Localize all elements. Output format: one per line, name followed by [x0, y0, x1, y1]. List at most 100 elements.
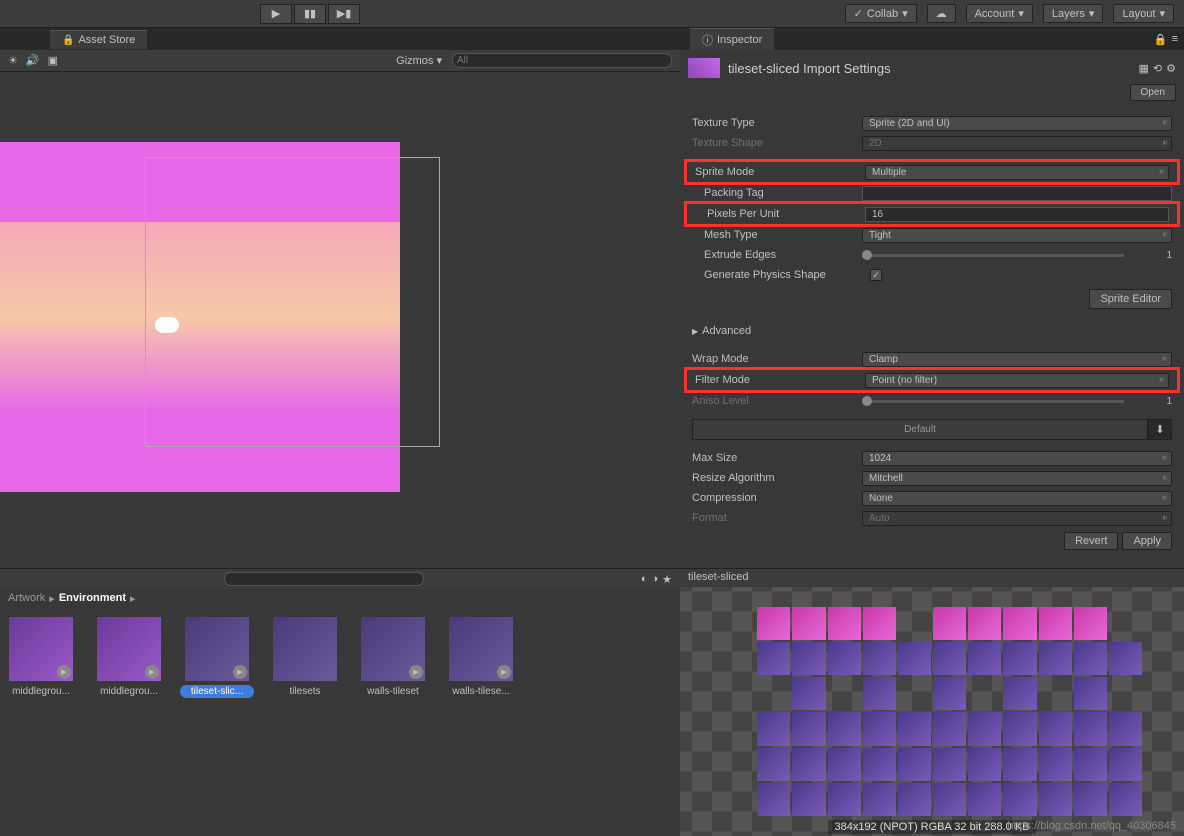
filter-mode-label: Filter Mode — [695, 374, 865, 386]
asset-title: tileset-sliced Import Settings — [728, 61, 891, 76]
play-button[interactable]: ▶ — [260, 4, 292, 24]
pixels-per-unit-row: Pixels Per Unit — [687, 204, 1177, 224]
menu-icon[interactable]: ≡ — [1172, 33, 1178, 46]
scene-gizmo-icon — [155, 317, 179, 333]
packing-tag-input[interactable] — [862, 186, 1172, 201]
breadcrumb-environment[interactable]: Environment — [59, 592, 126, 604]
mesh-type-label: Mesh Type — [692, 229, 862, 241]
texture-type-row: Texture Type Sprite (2D and UI) — [684, 113, 1180, 133]
chevron-right-icon: ▸ — [49, 592, 55, 605]
advanced-foldout[interactable]: ▶ Advanced — [684, 321, 1180, 341]
sprite-mode-row: Sprite Mode Multiple — [687, 162, 1177, 182]
format-label: Format — [692, 512, 862, 524]
asset-label: middlegrou... — [92, 685, 166, 698]
generate-physics-label: Generate Physics Shape — [692, 269, 870, 281]
max-size-label: Max Size — [692, 452, 862, 464]
layers-dropdown[interactable]: Layers ▾ — [1043, 4, 1104, 23]
generate-physics-row: Generate Physics Shape ✓ — [684, 265, 1180, 285]
audio-icon[interactable]: 🔊 — [26, 54, 40, 67]
asset-grid: ▶middlegrou... ▶middlegrou... ▶tileset-s… — [0, 607, 680, 708]
asset-item[interactable]: tilesets — [268, 617, 342, 698]
asset-label-selected: tileset-slic... — [180, 685, 254, 698]
mesh-type-dropdown[interactable]: Tight — [862, 228, 1172, 243]
wrap-mode-dropdown[interactable]: Clamp — [862, 352, 1172, 367]
lock-icon[interactable]: 🔒 — [1154, 33, 1168, 46]
default-platform-tab[interactable]: Default — [692, 419, 1148, 440]
lock-icon: 🔒 — [62, 35, 74, 46]
compression-row: Compression None — [684, 488, 1180, 508]
aniso-level-row: Aniso Level 1 — [684, 391, 1180, 411]
inspector-tab[interactable]: ⓘ Inspector — [690, 28, 774, 51]
preview-content[interactable]: 384x192 (NPOT) RGBA 32 bit 288.0 KB — [680, 587, 1184, 836]
asset-thumbnail — [688, 58, 720, 78]
sprite-mode-dropdown[interactable]: Multiple — [865, 165, 1169, 180]
asset-label: walls-tilese... — [444, 685, 518, 698]
project-search[interactable] — [224, 572, 424, 586]
apply-button[interactable]: Apply — [1122, 532, 1172, 550]
light-icon[interactable]: ☀ — [8, 54, 18, 67]
sprite-editor-button[interactable]: Sprite Editor — [1089, 289, 1172, 309]
account-dropdown[interactable]: Account ▾ — [966, 4, 1033, 23]
aniso-value: 1 — [1132, 396, 1172, 407]
filter-mode-dropdown[interactable]: Point (no filter) — [865, 373, 1169, 388]
scene-view[interactable] — [0, 72, 680, 568]
asset-item[interactable]: ▶walls-tileset — [356, 617, 430, 698]
wrap-mode-row: Wrap Mode Clamp — [684, 349, 1180, 369]
star-icon[interactable]: ★ — [662, 573, 672, 586]
asset-item[interactable]: ▶tileset-slic... — [180, 617, 254, 698]
asset-store-tab[interactable]: 🔒Asset Store — [50, 30, 147, 49]
gizmos-label: Gizmos — [396, 55, 433, 67]
asset-item[interactable]: ▶middlegrou... — [4, 617, 78, 698]
layout-dropdown[interactable]: Layout ▾ — [1113, 4, 1174, 23]
texture-type-dropdown[interactable]: Sprite (2D and UI) — [862, 116, 1172, 131]
gizmos-dropdown[interactable]: Gizmos ▾ — [390, 52, 448, 69]
packing-tag-label: Packing Tag — [692, 187, 862, 199]
download-icon[interactable]: ⬇ — [1148, 419, 1172, 440]
filter-icon[interactable]: ◐ — [641, 573, 648, 586]
resize-algorithm-row: Resize Algorithm Mitchell — [684, 468, 1180, 488]
texture-shape-row: Texture Shape 2D — [684, 133, 1180, 153]
preview-panel: tileset-sliced 384x192 (NPOT) RGBA 32 bi… — [680, 569, 1184, 836]
format-row: Format Auto — [684, 508, 1180, 528]
revert-button[interactable]: Revert — [1064, 532, 1118, 550]
wrap-mode-label: Wrap Mode — [692, 353, 862, 365]
extrude-edges-slider[interactable]: 1 — [862, 250, 1172, 261]
generate-physics-checkbox[interactable]: ✓ — [870, 269, 882, 281]
cloud-button[interactable]: ☁ — [927, 4, 956, 23]
platform-tabs: Default ⬇ — [692, 419, 1172, 440]
foldout-arrow-icon: ▶ — [692, 327, 698, 336]
chevron-right-icon: ▸ — [130, 592, 136, 605]
pixels-per-unit-input[interactable] — [865, 207, 1169, 222]
tag-icon[interactable]: ◑ — [651, 573, 658, 586]
pause-button[interactable]: ▮▮ — [294, 4, 326, 24]
resize-algorithm-dropdown[interactable]: Mitchell — [862, 471, 1172, 486]
preview-info: 384x192 (NPOT) RGBA 32 bit 288.0 KB — [828, 820, 1035, 834]
compression-dropdown[interactable]: None — [862, 491, 1172, 506]
image-icon[interactable]: ▣ — [48, 54, 58, 67]
collab-dropdown[interactable]: ✓ Collab ▾ — [845, 4, 917, 23]
compression-label: Compression — [692, 492, 862, 504]
inspector-tab-label: Inspector — [717, 34, 762, 46]
aniso-slider: 1 — [862, 396, 1172, 407]
asset-item[interactable]: ▶middlegrou... — [92, 617, 166, 698]
scene-search[interactable] — [452, 53, 672, 68]
sprite-mode-label: Sprite Mode — [695, 166, 865, 178]
asset-item[interactable]: ▶walls-tilese... — [444, 617, 518, 698]
step-button[interactable]: ▶▮ — [328, 4, 360, 24]
asset-header: tileset-sliced Import Settings ▦ ⟲ ⚙ — [684, 54, 1180, 82]
project-panel: ◐ ◑ ★ Artwork ▸ Environment ▸ ▶middlegro… — [0, 569, 680, 836]
selection-rect[interactable] — [145, 157, 440, 447]
gear-icon[interactable]: ⚙ — [1166, 62, 1176, 75]
tileset-preview-image — [722, 607, 1142, 817]
filter-mode-highlight: Filter Mode Point (no filter) — [684, 367, 1180, 393]
max-size-dropdown[interactable]: 1024 — [862, 451, 1172, 466]
extrude-value: 1 — [1132, 250, 1172, 261]
advanced-label: Advanced — [702, 325, 751, 337]
format-dropdown: Auto — [862, 511, 1172, 526]
icon-1[interactable]: ▦ — [1139, 62, 1149, 75]
preview-header: tileset-sliced — [680, 569, 1184, 587]
info-icon: ⓘ — [702, 32, 713, 48]
breadcrumb-artwork[interactable]: Artwork — [8, 592, 45, 604]
open-button[interactable]: Open — [1130, 84, 1176, 101]
icon-2[interactable]: ⟲ — [1153, 62, 1162, 75]
